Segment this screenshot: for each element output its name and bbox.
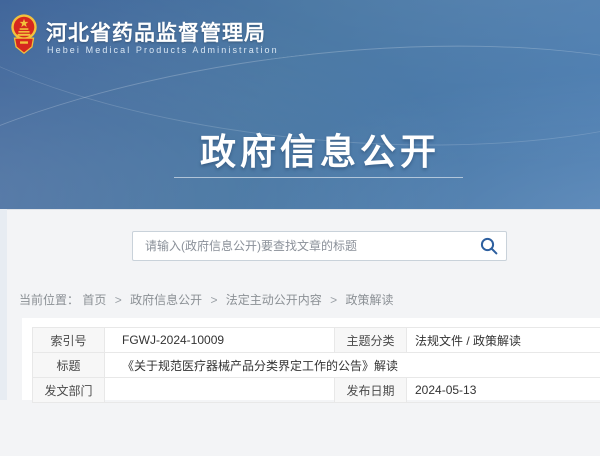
breadcrumb-separator: > (330, 293, 337, 307)
national-emblem-icon (8, 12, 40, 58)
breadcrumb-item-gov-info[interactable]: 政府信息公开 (130, 293, 202, 307)
publish-date-value: 2024-05-13 (407, 378, 600, 403)
breadcrumb-separator: > (115, 293, 122, 307)
site-title: 河北省药品监督管理局 (46, 17, 266, 47)
publish-date-label: 发布日期 (335, 378, 407, 403)
index-number-label: 索引号 (33, 328, 105, 353)
topic-category-label: 主题分类 (335, 328, 407, 353)
document-info-table: 索引号 FGWJ-2024-10009 主题分类 法规文件 / 政策解读 标题 … (32, 327, 600, 403)
page-title: 政府信息公开 (200, 123, 440, 175)
breadcrumb-item-legal-disclosure[interactable]: 法定主动公开内容 (226, 293, 322, 307)
site-subtitle: Hebei Medical Products Administration (47, 45, 279, 55)
search-icon (480, 237, 498, 255)
page-left-edge (0, 209, 7, 400)
breadcrumb-item-home[interactable]: 首页 (82, 293, 106, 307)
header-banner: 河北省药品监督管理局 Hebei Medical Products Admini… (0, 0, 600, 209)
table-row: 标题 《关于规范医疗器械产品分类界定工作的公告》解读 (33, 353, 600, 378)
banner-underline (174, 177, 463, 178)
breadcrumb-separator: > (210, 293, 217, 307)
topic-category-value: 法规文件 / 政策解读 (407, 328, 600, 353)
national-emblem-icon[interactable] (8, 12, 40, 58)
issuing-department-value (105, 378, 335, 403)
title-value: 《关于规范医疗器械产品分类界定工作的公告》解读 (105, 353, 600, 378)
index-number-value: FGWJ-2024-10009 (105, 328, 335, 353)
breadcrumb-item-policy-interpretation[interactable]: 政策解读 (346, 293, 394, 307)
breadcrumb: 当前位置： 首页 > 政府信息公开 > 法定主动公开内容 > 政策解读 (19, 291, 394, 308)
title-label: 标题 (33, 353, 105, 378)
search-box (132, 231, 507, 261)
search-button[interactable] (472, 232, 506, 260)
breadcrumb-prefix: 当前位置： (19, 293, 79, 307)
table-row: 索引号 FGWJ-2024-10009 主题分类 法规文件 / 政策解读 (33, 328, 600, 353)
table-row: 发文部门 发布日期 2024-05-13 (33, 378, 600, 403)
search-input[interactable] (133, 239, 472, 253)
issuing-department-label: 发文部门 (33, 378, 105, 403)
